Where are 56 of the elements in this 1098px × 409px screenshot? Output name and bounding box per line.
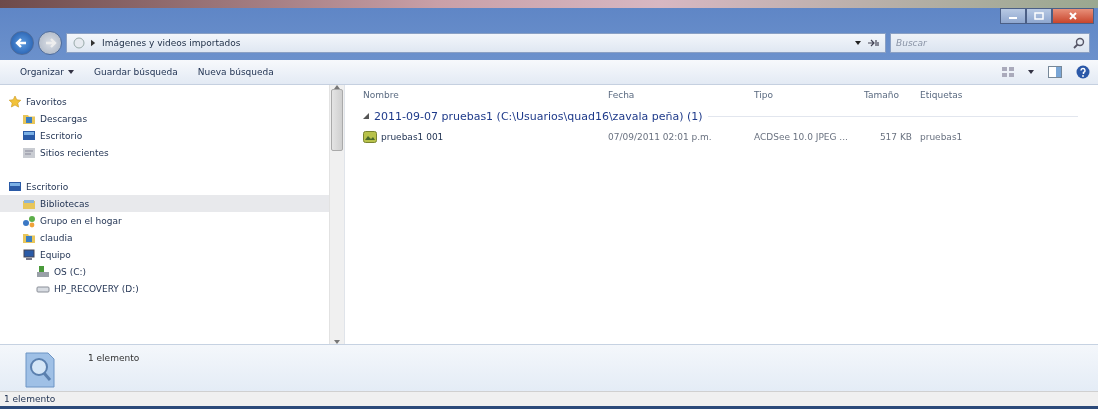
back-button[interactable] <box>10 31 34 55</box>
toolbar-button[interactable]: Organizar <box>14 65 80 79</box>
nav-item[interactable]: Sitios recientes <box>0 144 329 161</box>
nav-item[interactable]: Grupo en el hogar <box>0 212 329 229</box>
maximize-button[interactable] <box>1026 8 1052 24</box>
drive-icon <box>36 264 50 279</box>
nav-item[interactable]: Escritorio <box>0 178 329 195</box>
chevron-icon <box>91 39 96 47</box>
minimize-button[interactable] <box>1000 8 1026 24</box>
desktop-icon <box>8 179 22 194</box>
nav-item[interactable]: Favoritos <box>0 93 329 110</box>
scrollbar[interactable] <box>329 85 344 344</box>
group-header[interactable]: 2011-09-07 pruebas1 (C:\Usuarios\quad16\zavala peña) (1) <box>374 109 703 123</box>
table-cell-text: pruebas1 <box>920 132 964 142</box>
search-icon <box>1073 37 1085 49</box>
desktop-icon <box>22 128 36 143</box>
dropdown-icon[interactable] <box>855 41 861 45</box>
dropdown-icon[interactable] <box>1028 70 1034 74</box>
address-bar[interactable]: Imágenes y videos importados <box>66 33 886 53</box>
star-icon <box>8 94 22 109</box>
table-cell-text: ACDSee 10.0 JPEG ... <box>754 132 849 142</box>
nav-item[interactable]: HP_RECOVERY (D:) <box>0 280 329 297</box>
search-folder-icon <box>22 349 58 389</box>
nav-item[interactable]: OS (C:) <box>0 263 329 280</box>
computer-icon <box>22 247 36 262</box>
maximize-icon <box>1034 12 1044 20</box>
column-header[interactable]: Tamaño <box>864 90 920 100</box>
file-name[interactable]: pruebas1 001 <box>381 132 608 142</box>
search-field[interactable]: Buscar <box>890 33 1090 53</box>
column-header[interactable]: Nombre <box>363 90 608 100</box>
table-cell-text: 517 KB <box>878 132 913 142</box>
address-path: Imágenes y videos importados <box>102 38 242 48</box>
nav-item[interactable]: Descargas <box>0 110 329 127</box>
caret-icon <box>68 70 74 74</box>
image-file-icon <box>363 131 377 143</box>
refresh-icon[interactable] <box>867 38 879 48</box>
item-count: 1 elemento <box>88 353 140 363</box>
nav-item[interactable]: Escritorio <box>0 127 329 144</box>
toolbar-button[interactable]: Nueva búsqueda <box>191 65 280 79</box>
toolbar-button[interactable]: Guardar búsqueda <box>88 65 184 79</box>
column-header[interactable]: Fecha <box>608 90 754 100</box>
forward-button[interactable] <box>38 31 62 55</box>
table-cell-text: 07/09/2011 02:01 p.m. <box>608 132 713 142</box>
collapse-icon[interactable] <box>363 113 369 119</box>
nav-item[interactable]: Equipo <box>0 246 329 263</box>
column-header[interactable]: Tipo <box>754 90 864 100</box>
homegroup-icon <box>22 213 36 228</box>
close-button[interactable] <box>1052 8 1094 24</box>
column-header[interactable]: Etiquetas <box>920 90 1000 100</box>
scroll-thumb[interactable] <box>331 89 343 151</box>
help-icon[interactable] <box>1076 65 1090 79</box>
nav-item[interactable]: Bibliotecas <box>0 195 329 212</box>
nav-item[interactable]: claudia <box>0 229 329 246</box>
status-text: 1 elemento <box>4 394 56 404</box>
close-icon <box>1068 12 1078 20</box>
preview-pane-icon[interactable] <box>1048 66 1062 78</box>
